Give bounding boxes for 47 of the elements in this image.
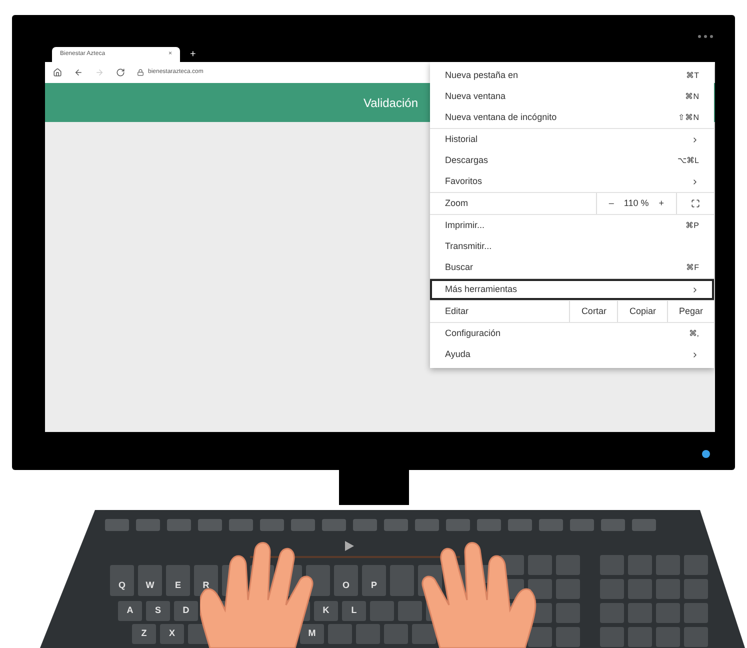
menu-item[interactable]: Más herramientas xyxy=(430,279,714,300)
menu-item[interactable]: Descargas ⌥⌘L xyxy=(430,150,714,171)
chevron-right-icon xyxy=(691,286,699,294)
key-label: O xyxy=(342,580,350,590)
key-label: M xyxy=(308,628,316,638)
menu-item[interactable]: Transmitir... xyxy=(430,236,714,257)
edit-action-button[interactable]: Pegar xyxy=(666,301,714,322)
reload-icon[interactable] xyxy=(116,68,125,77)
back-icon[interactable] xyxy=(74,68,83,77)
key-label: Q xyxy=(118,580,126,590)
edit-action-button[interactable]: Copiar xyxy=(617,301,667,322)
window-controls-icon xyxy=(698,35,713,38)
new-tab-button[interactable]: + xyxy=(190,47,196,62)
key-label: D xyxy=(182,605,190,615)
chevron-right-icon xyxy=(691,136,699,144)
menu-item[interactable]: Ayuda xyxy=(430,344,714,365)
chevron-right-icon xyxy=(691,178,699,186)
menu-item[interactable]: Favoritos xyxy=(430,171,714,192)
header-title: Validación xyxy=(364,94,418,112)
zoom-out-button[interactable]: – xyxy=(608,196,614,210)
menu-item[interactable]: Configuración ⌘, xyxy=(430,323,714,344)
key-label: X xyxy=(169,628,175,638)
menu-item[interactable]: Imprimir... ⌘P xyxy=(430,215,714,236)
key-label: P xyxy=(371,580,377,590)
key-label: S xyxy=(155,605,161,615)
key-label: W xyxy=(146,580,154,590)
chevron-right-icon xyxy=(691,350,699,358)
menu-item[interactable]: Nueva pestaña en ⌘T xyxy=(430,65,714,86)
key-label: R xyxy=(202,580,210,590)
menu-item[interactable]: Buscar ⌘F xyxy=(430,257,714,278)
menu-item[interactable]: Nueva ventana de incógnito ⇧⌘N xyxy=(430,107,714,128)
key-label: E xyxy=(175,580,181,590)
zoom-label: Zoom xyxy=(444,196,470,210)
zoom-value: 110 % xyxy=(624,196,649,210)
home-icon[interactable] xyxy=(53,68,62,77)
menu-item[interactable]: Nueva ventana ⌘N xyxy=(430,86,714,107)
edit-label: Editar xyxy=(444,304,470,318)
key-label: A xyxy=(126,605,134,615)
menu-item[interactable]: Historial xyxy=(430,129,714,150)
lock-icon xyxy=(137,69,144,76)
zoom-in-button[interactable]: + xyxy=(658,196,664,210)
key-label: K xyxy=(322,605,330,615)
edit-action-button[interactable]: Cortar xyxy=(569,301,618,322)
key-label: Z xyxy=(141,628,147,638)
fullscreen-icon[interactable] xyxy=(691,199,700,208)
power-light-icon xyxy=(702,450,710,458)
key-label: L xyxy=(351,605,357,615)
